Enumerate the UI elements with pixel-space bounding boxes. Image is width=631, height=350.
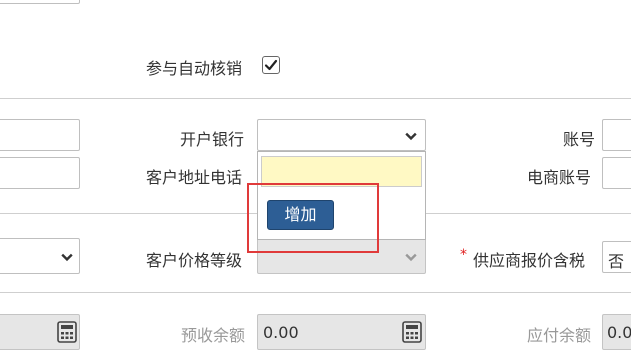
calculator-icon bbox=[402, 321, 422, 343]
ecommerce-account-label: 电商账号 bbox=[527, 168, 592, 187]
supplier-price-tax-value: 否 bbox=[608, 252, 625, 271]
calculator-icon bbox=[57, 321, 77, 343]
chevron-down-icon bbox=[405, 132, 417, 141]
payable-balance-value: 0.0 bbox=[607, 323, 631, 342]
advance-receipt-balance-input: 0.00 bbox=[257, 314, 426, 350]
left-input-row1[interactable] bbox=[0, 119, 80, 151]
payable-balance-input: 0.0 bbox=[602, 314, 631, 350]
checkmark-icon bbox=[264, 59, 278, 71]
highlight-box bbox=[247, 183, 379, 253]
left-input-row2[interactable] bbox=[0, 157, 80, 189]
account-label: 账号 bbox=[563, 130, 596, 149]
payable-balance-label: 应付余额 bbox=[527, 326, 592, 345]
chevron-down-icon bbox=[61, 253, 73, 262]
supplier-price-tax-label: 供应商报价含税 bbox=[473, 251, 586, 270]
advance-receipt-balance-value: 0.00 bbox=[263, 323, 299, 342]
bank-label: 开户银行 bbox=[180, 130, 245, 149]
left-balance-input bbox=[0, 314, 80, 350]
customer-address-phone-label: 客户地址电话 bbox=[146, 168, 243, 187]
customer-price-level-label: 客户价格等级 bbox=[146, 251, 243, 270]
supplier-price-tax-select[interactable]: 否 bbox=[602, 241, 631, 273]
left-select-row3[interactable] bbox=[0, 238, 80, 274]
required-marker: * bbox=[460, 247, 467, 263]
ecommerce-account-input[interactable] bbox=[602, 157, 631, 189]
auto-writeoff-checkbox[interactable] bbox=[262, 56, 280, 74]
top-partial-input[interactable] bbox=[0, 0, 80, 4]
account-input[interactable] bbox=[602, 119, 631, 151]
bank-select[interactable] bbox=[257, 119, 426, 151]
section-divider-1 bbox=[0, 98, 631, 99]
section-divider-3 bbox=[0, 292, 631, 293]
advance-receipt-balance-label: 预收余额 bbox=[181, 326, 246, 345]
auto-writeoff-label: 参与自动核销 bbox=[146, 59, 243, 78]
chevron-down-icon bbox=[405, 253, 417, 262]
